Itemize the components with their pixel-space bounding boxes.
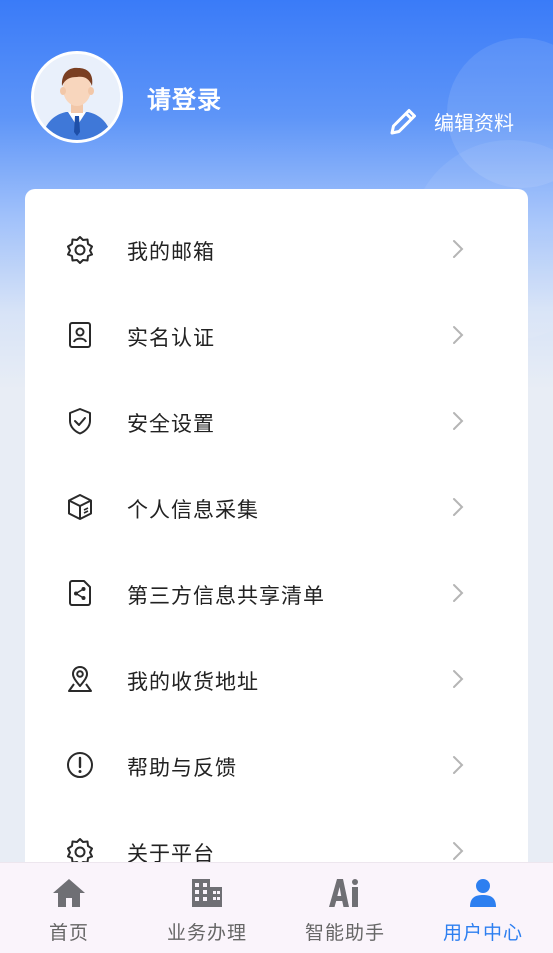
tab-business[interactable]: 业务办理: [138, 863, 276, 953]
ai-icon: [329, 879, 358, 907]
chevron-right-icon: [453, 498, 464, 516]
tab-label: 智能助手: [304, 922, 385, 944]
tab-label: 用户中心: [442, 922, 523, 944]
chevron-right-icon: [453, 326, 464, 344]
tab-label: 业务办理: [166, 922, 247, 944]
edit-profile-button[interactable]: 编辑资料: [388, 104, 514, 138]
tab-home[interactable]: 首页: [0, 863, 138, 953]
menu-item-mailbox[interactable]: 我的邮箱: [25, 206, 528, 292]
login-prompt[interactable]: 请登录: [147, 80, 222, 115]
menu-item-personal-info-collection[interactable]: 个人信息采集: [25, 464, 528, 550]
menu-card: 我的邮箱 实名认证 安全设置 个人信息采集 第三方信息共享清单 我的收货地址 帮…: [25, 189, 528, 909]
shield-icon: [69, 408, 91, 435]
chevron-right-icon: [453, 412, 464, 430]
menu-item-real-name-auth[interactable]: 实名认证: [25, 292, 528, 378]
user-avatar-icon: [34, 54, 120, 140]
id-card-icon: [69, 322, 91, 348]
package-box-icon: [68, 494, 92, 520]
alert-circle-icon: [67, 752, 93, 778]
menu-item-shipping-address[interactable]: 我的收货地址: [25, 636, 528, 722]
location-pin-icon: [68, 666, 92, 692]
chevron-right-icon: [453, 756, 464, 774]
edit-profile-label: 编辑资料: [434, 110, 514, 135]
chevron-right-icon: [453, 670, 464, 688]
menu-item-label: 安全设置: [127, 412, 215, 436]
tab-user-center[interactable]: 用户中心: [414, 863, 552, 953]
share-doc-icon: [69, 580, 91, 606]
menu-item-label: 第三方信息共享清单: [127, 584, 325, 608]
chevron-right-icon: [453, 584, 464, 602]
menu-item-label: 我的邮箱: [127, 240, 215, 264]
building-icon: [192, 879, 222, 907]
menu-item-third-party-sharing[interactable]: 第三方信息共享清单: [25, 550, 528, 636]
bottom-tab-bar: 首页 业务办理 智能助手 用户中心: [0, 862, 553, 953]
tab-label: 首页: [48, 922, 89, 944]
menu-item-label: 帮助与反馈: [127, 756, 237, 780]
menu-item-label: 个人信息采集: [127, 498, 259, 522]
tab-ai-assistant[interactable]: 智能助手: [276, 863, 414, 953]
gear-icon: [67, 236, 93, 264]
pencil-icon: [390, 109, 416, 135]
avatar[interactable]: [31, 51, 123, 143]
home-icon: [53, 879, 85, 907]
user-icon: [470, 879, 496, 907]
chevron-right-icon: [453, 842, 464, 860]
chevron-right-icon: [453, 240, 464, 258]
menu-item-label: 实名认证: [127, 326, 215, 350]
menu-item-security-settings[interactable]: 安全设置: [25, 378, 528, 464]
menu-item-label: 我的收货地址: [127, 670, 259, 694]
menu-item-help-feedback[interactable]: 帮助与反馈: [25, 722, 528, 808]
